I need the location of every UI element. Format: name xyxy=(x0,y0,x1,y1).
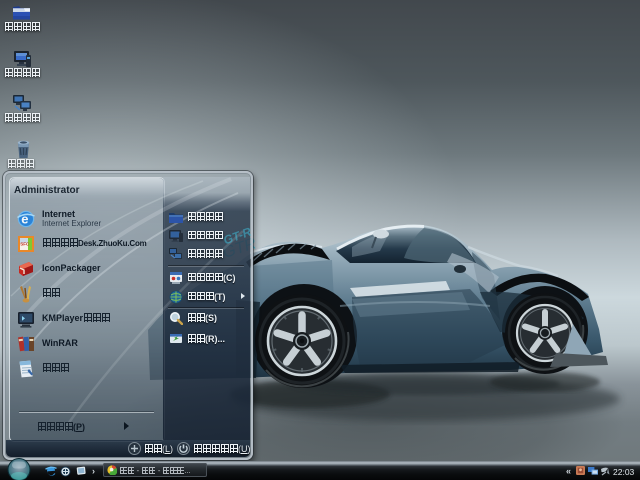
svg-text:SFC: SFC xyxy=(20,242,30,247)
